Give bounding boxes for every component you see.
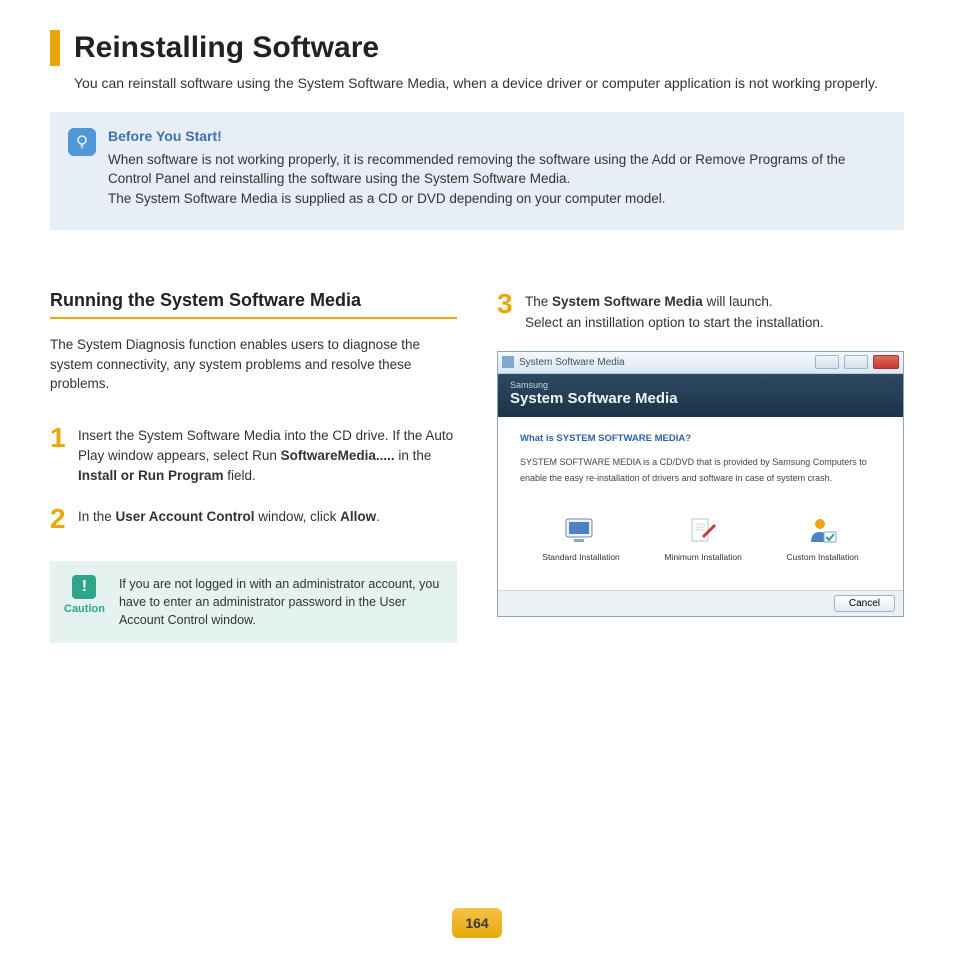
step-1-text: Insert the System Software Media into th…: [78, 424, 457, 487]
user-check-icon: [805, 516, 841, 546]
window-app-icon: [502, 356, 514, 368]
info-line-1: When software is not working properly, i…: [108, 152, 845, 187]
info-title: Before You Start!: [108, 128, 886, 144]
section-heading: Running the System Software Media: [50, 290, 457, 319]
intro-text: You can reinstall software using the Sys…: [74, 74, 904, 94]
info-line-2: The System Software Media is supplied as…: [108, 191, 666, 206]
step-number-3: 3: [497, 290, 517, 318]
standard-install-label: Standard Installation: [542, 552, 620, 562]
custom-install-option[interactable]: Custom Installation: [786, 516, 858, 562]
step-number-1: 1: [50, 424, 70, 452]
close-icon[interactable]: [873, 355, 899, 369]
caution-box: ! Caution If you are not logged in with …: [50, 561, 457, 643]
info-text: When software is not working properly, i…: [108, 150, 886, 209]
window-description: SYSTEM SOFTWARE MEDIA is a CD/DVD that i…: [520, 454, 881, 486]
step-3: 3 The System Software Media will launch.…: [497, 290, 904, 333]
monitor-icon: [563, 516, 599, 546]
window-question: What is SYSTEM SOFTWARE MEDIA?: [520, 433, 881, 444]
document-pencil-icon: [685, 516, 721, 546]
minimum-install-option[interactable]: Minimum Installation: [664, 516, 741, 562]
window-footer: Cancel: [498, 590, 903, 616]
maximize-icon[interactable]: [844, 355, 868, 369]
cancel-button[interactable]: Cancel: [834, 595, 895, 612]
step-1: 1 Insert the System Software Media into …: [50, 424, 457, 487]
window-titlebar: System Software Media: [498, 352, 903, 374]
window-title: System Software Media: [510, 390, 891, 407]
section-desc: The System Diagnosis function enables us…: [50, 335, 457, 394]
title-accent-bar: [50, 30, 60, 66]
screenshot-window: System Software Media Samsung System Sof…: [497, 351, 904, 617]
window-header: Samsung System Software Media: [498, 374, 903, 417]
step-2: 2 In the User Account Control window, cl…: [50, 505, 457, 533]
step-number-2: 2: [50, 505, 70, 533]
custom-install-label: Custom Installation: [786, 552, 858, 562]
minimum-install-label: Minimum Installation: [664, 552, 741, 562]
lightbulb-icon: [68, 128, 96, 156]
minimize-icon[interactable]: [815, 355, 839, 369]
caution-label: Caution: [64, 603, 105, 615]
window-titlebar-text: System Software Media: [519, 357, 625, 368]
page-title: Reinstalling Software: [74, 31, 379, 65]
step-2-text: In the User Account Control window, clic…: [78, 505, 380, 527]
standard-install-option[interactable]: Standard Installation: [542, 516, 620, 562]
caution-text: If you are not logged in with an adminis…: [119, 575, 443, 629]
before-you-start-box: Before You Start! When software is not w…: [50, 112, 904, 231]
caution-icon: !: [72, 575, 96, 599]
step-3-text: The System Software Media will launch. S…: [525, 290, 824, 333]
page-number: 164: [452, 908, 502, 938]
window-brand: Samsung: [510, 380, 891, 390]
window-body: What is SYSTEM SOFTWARE MEDIA? SYSTEM SO…: [498, 417, 903, 590]
title-row: Reinstalling Software: [50, 30, 904, 66]
